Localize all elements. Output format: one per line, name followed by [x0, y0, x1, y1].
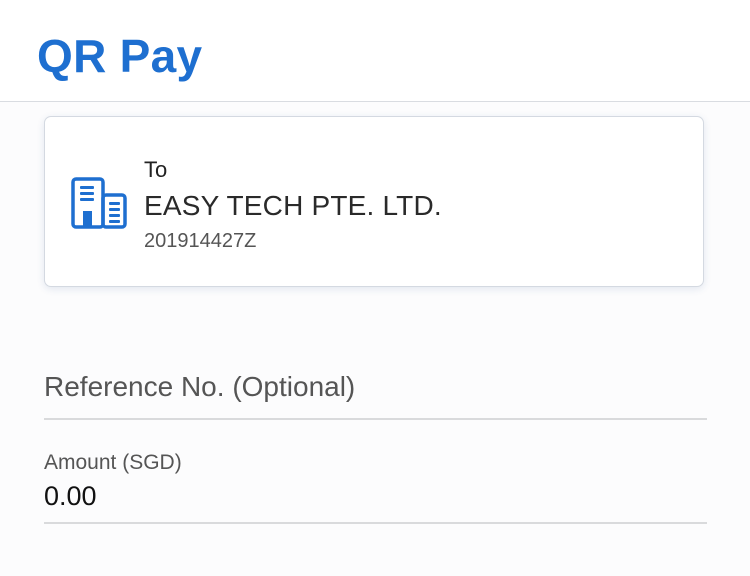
amount-label: Amount (SGD)	[44, 451, 182, 474]
app-header: QR Pay	[0, 0, 750, 102]
payee-card: To EASY TECH PTE. LTD. 201914427Z	[44, 116, 704, 287]
reference-input[interactable]	[44, 370, 707, 404]
amount-input[interactable]	[44, 480, 707, 512]
reference-field[interactable]	[44, 356, 707, 420]
building-icon	[71, 177, 127, 229]
payee-name: EASY TECH PTE. LTD.	[144, 190, 442, 221]
payee-uen: 201914427Z	[144, 230, 257, 252]
to-label: To	[144, 157, 168, 182]
page-title: QR Pay	[37, 30, 203, 82]
amount-field[interactable]: Amount (SGD)	[44, 448, 707, 524]
